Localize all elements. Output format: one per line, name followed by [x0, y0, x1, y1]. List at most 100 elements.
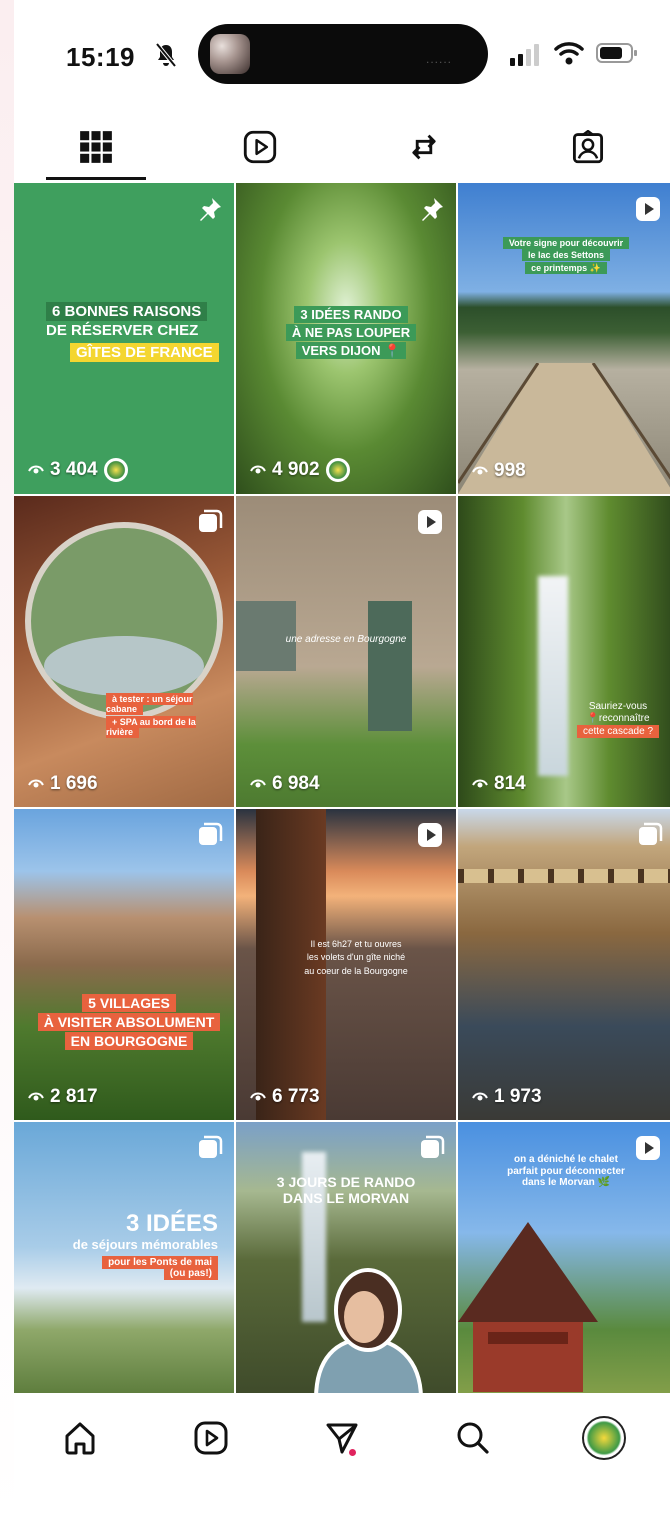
nav-messages[interactable]	[312, 1408, 372, 1468]
post-caption-line: À VISITER ABSOLUMENT	[34, 1013, 224, 1032]
post-caption-line: à tester : un séjour cabane	[106, 693, 193, 716]
battery-icon	[596, 43, 637, 63]
carousel-icon	[421, 1135, 445, 1158]
tagged-icon	[572, 130, 604, 164]
post-tile[interactable]: 6 BONNES RAISONS DE RÉSERVER CHEZ GÎTES …	[14, 183, 234, 494]
reel-badge-icon	[636, 197, 660, 221]
post-caption-line: Sauriez-vous	[588, 701, 648, 712]
post-caption-line: À NE PAS LOUPER	[276, 323, 426, 341]
post-caption-line: dans le Morvan 🌿	[521, 1177, 611, 1188]
tab-reels[interactable]	[178, 112, 342, 182]
repost-icon	[412, 134, 436, 160]
silent-bell-icon	[155, 42, 177, 68]
search-icon	[457, 1422, 489, 1454]
chalet-graphic	[458, 1222, 598, 1392]
post-tile[interactable]: Votre signe pour découvrir le lac des Se…	[458, 183, 670, 494]
carousel-icon	[199, 509, 223, 532]
post-caption-line: GÎTES DE FRANCE	[46, 342, 226, 362]
nav-search[interactable]	[443, 1408, 503, 1468]
gites-logo-icon	[103, 458, 128, 482]
notification-dot	[348, 1449, 356, 1456]
view-count: 814	[472, 773, 526, 795]
post-caption-line: Votre signe pour découvrir	[478, 237, 654, 249]
post-caption-line: les volets d'un gîte niché	[306, 952, 406, 963]
dynamic-island[interactable]: ......	[198, 24, 488, 84]
view-count: 3 404	[28, 458, 128, 482]
view-count: 998	[472, 460, 526, 482]
post-tile[interactable]: 3 JOURS DE RANDO DANS LE MORVAN	[236, 1122, 456, 1399]
post-caption-line: une adresse en Bourgogne	[285, 634, 407, 645]
nav-reels[interactable]	[181, 1408, 241, 1468]
eye-icon	[28, 465, 44, 474]
post-tile[interactable]: 3 IDÉES RANDO À NE PAS LOUPER VERS DIJON…	[236, 183, 456, 494]
post-tile[interactable]: Il est 6h27 et tu ouvres les volets d'un…	[236, 809, 456, 1120]
view-count-value: 3 404	[50, 459, 98, 480]
reels-icon	[243, 130, 277, 164]
post-caption-line: 3 JOURS DE RANDO	[276, 1174, 416, 1190]
now-playing-thumbnail	[210, 34, 250, 74]
eye-icon	[250, 465, 266, 474]
eye-icon	[250, 1092, 266, 1101]
post-caption-line: VERS DIJON 📍	[276, 341, 426, 359]
eye-icon	[472, 779, 488, 788]
carousel-icon	[199, 822, 223, 845]
grid-icon	[80, 131, 112, 163]
tab-posts-grid[interactable]	[14, 112, 178, 182]
post-tile[interactable]: 5 VILLAGES À VISITER ABSOLUMENT EN BOURG…	[14, 809, 234, 1120]
nav-home[interactable]	[50, 1408, 110, 1468]
view-count: 2 817	[28, 1086, 98, 1108]
signal-icon	[510, 44, 539, 66]
post-tile[interactable]: Sauriez-vous 📍reconnaître cette cascade …	[458, 496, 670, 807]
waterfall-graphic	[538, 576, 568, 776]
reel-badge-icon	[418, 510, 442, 534]
background-edge	[0, 0, 14, 1522]
posts-grid: 6 BONNES RAISONS DE RÉSERVER CHEZ GÎTES …	[14, 183, 670, 1399]
post-caption-line: 📍reconnaître	[586, 712, 650, 724]
nav-profile[interactable]	[574, 1408, 634, 1468]
post-caption-line: Il est 6h27 et tu ouvres	[310, 939, 402, 949]
view-count-value: 6 773	[272, 1086, 320, 1107]
eye-icon	[472, 1092, 488, 1101]
post-caption-line: de séjours mémorables	[72, 1236, 218, 1252]
avatar	[582, 1416, 627, 1460]
view-count-value: 6 984	[272, 773, 320, 794]
tab-reposts[interactable]	[342, 112, 506, 182]
pinned-icon	[422, 198, 443, 221]
eye-icon	[28, 779, 44, 788]
reels-icon	[194, 1421, 228, 1455]
status-bar: 15:19 ......	[14, 0, 670, 110]
post-tile[interactable]: 3 IDÉES de séjours mémorables pour les P…	[14, 1122, 234, 1399]
view-count-value: 998	[494, 460, 526, 481]
post-tile[interactable]: 1 973	[458, 809, 670, 1120]
tab-tagged[interactable]	[506, 112, 670, 182]
post-tile[interactable]: on a déniché le chalet parfait pour déco…	[458, 1122, 670, 1399]
eye-icon	[472, 466, 488, 475]
view-count: 6 984	[250, 773, 320, 795]
eye-icon	[250, 779, 266, 788]
post-tile[interactable]: une adresse en Bourgogne 6 984	[236, 496, 456, 807]
post-caption-line: 6 BONNES RAISONS	[46, 302, 226, 321]
post-caption-line: le lac des Settons	[478, 249, 654, 262]
view-count: 1 696	[28, 773, 98, 795]
timber-frame-graphic	[458, 869, 670, 883]
profile-tabs	[14, 112, 670, 182]
bottom-navigation	[14, 1393, 670, 1483]
carousel-icon	[199, 1135, 223, 1158]
view-count-value: 2 817	[50, 1086, 98, 1107]
pinned-icon	[200, 198, 221, 221]
view-count: 1 973	[472, 1086, 542, 1108]
island-dots: ......	[425, 52, 452, 66]
post-caption-line: ce printemps ✨	[478, 261, 654, 274]
reel-badge-icon	[418, 823, 442, 847]
post-caption-line: (ou pas!)	[54, 1267, 218, 1281]
view-count: 4 902	[250, 458, 350, 482]
view-count-value: 4 902	[272, 459, 320, 480]
post-caption-line: + SPA au bord de la rivière	[106, 715, 196, 739]
view-count: 6 773	[250, 1086, 320, 1108]
post-caption-line: EN BOURGOGNE	[34, 1032, 224, 1051]
carousel-icon	[639, 822, 663, 845]
door-graphic	[368, 601, 412, 731]
status-time: 15:19	[66, 42, 135, 72]
post-caption-line: au coeur de la Bourgogne	[304, 965, 408, 976]
post-tile[interactable]: à tester : un séjour cabane + SPA au bor…	[14, 496, 234, 807]
